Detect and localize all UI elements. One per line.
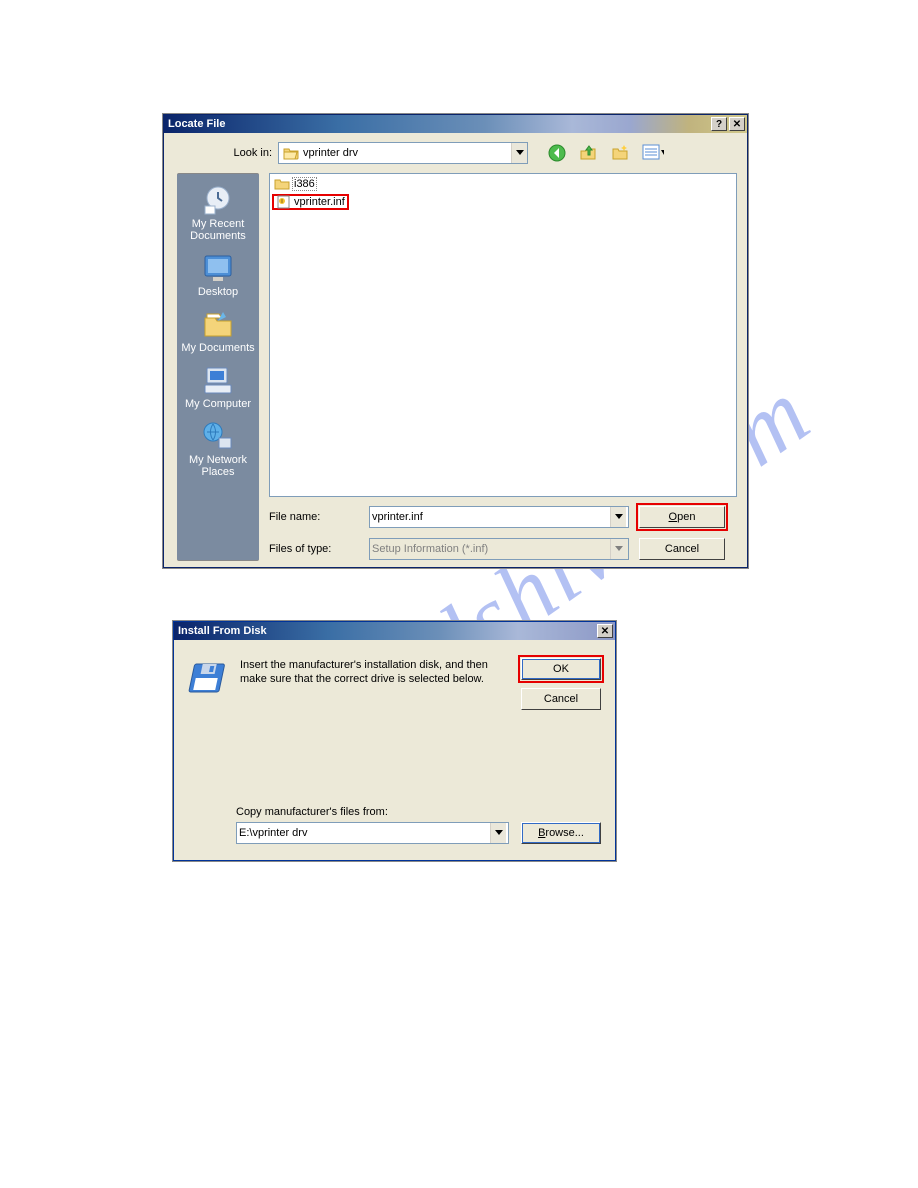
ok-button[interactable]: OK: [521, 658, 601, 680]
file-list[interactable]: i386 vprinter.inf: [269, 173, 737, 497]
file-name: i386: [292, 177, 317, 191]
titlebar[interactable]: Install From Disk ✕: [174, 622, 615, 640]
sidebar-item-recent[interactable]: My Recent Documents: [177, 184, 259, 242]
sidebar-item-mycomputer[interactable]: My Computer: [185, 364, 251, 410]
my-documents-icon: [201, 308, 235, 340]
places-sidebar: My Recent Documents Desktop My Documents…: [177, 173, 259, 561]
sidebar-item-desktop[interactable]: Desktop: [198, 252, 238, 298]
dialog-title: Install From Disk: [176, 625, 267, 637]
cancel-button[interactable]: Cancel: [521, 688, 601, 710]
folder-icon: [274, 177, 290, 191]
close-button[interactable]: ✕: [597, 624, 613, 638]
desktop-icon: [201, 252, 235, 284]
look-in-label: Look in:: [164, 147, 278, 159]
locate-file-dialog: Locate File ? ✕ Look in: vprinter drv: [163, 114, 748, 568]
sidebar-item-label: My Computer: [185, 398, 251, 410]
copy-from-label: Copy manufacturer's files from:: [236, 806, 601, 818]
sidebar-item-label: My Recent Documents: [177, 218, 259, 242]
filetype-dropdown: Setup Information (*.inf): [369, 538, 629, 560]
open-folder-icon: [283, 146, 299, 160]
back-icon[interactable]: [546, 142, 568, 164]
open-button[interactable]: Open: [639, 506, 725, 528]
file-pane: i386 vprinter.inf File name: vprinter.in…: [259, 173, 747, 561]
sidebar-item-label: My Network Places: [177, 454, 259, 478]
network-places-icon: [201, 420, 235, 452]
help-button[interactable]: ?: [711, 117, 727, 131]
close-button[interactable]: ✕: [729, 117, 745, 131]
filename-label: File name:: [269, 511, 359, 523]
copy-from-input[interactable]: E:\vprinter drv: [236, 822, 509, 844]
sidebar-item-label: Desktop: [198, 286, 238, 298]
views-icon[interactable]: [642, 142, 664, 164]
sidebar-item-mydocuments[interactable]: My Documents: [181, 308, 254, 354]
chevron-down-icon[interactable]: [490, 823, 506, 843]
chevron-down-icon[interactable]: [511, 143, 527, 163]
look-in-row: Look in: vprinter drv: [164, 133, 747, 173]
copy-from-value: E:\vprinter drv: [239, 827, 307, 839]
up-folder-icon[interactable]: [578, 142, 600, 164]
file-form: File name: vprinter.inf Open Files of ty…: [269, 497, 737, 561]
list-item[interactable]: i386: [272, 176, 319, 192]
sidebar-item-label: My Documents: [181, 342, 254, 354]
sidebar-item-network[interactable]: My Network Places: [177, 420, 259, 478]
filename-value: vprinter.inf: [372, 511, 423, 523]
file-name: vprinter.inf: [294, 196, 345, 208]
look-in-dropdown[interactable]: vprinter drv: [278, 142, 528, 164]
dialog-message: Insert the manufacturer's installation d…: [234, 658, 521, 710]
toolbar-icons: [546, 142, 664, 164]
filename-input[interactable]: vprinter.inf: [369, 506, 629, 528]
dialog-title: Locate File: [166, 118, 225, 130]
list-item[interactable]: vprinter.inf: [272, 194, 349, 210]
inf-file-icon: [276, 195, 292, 209]
filetype-value: Setup Information (*.inf): [372, 543, 488, 555]
install-from-disk-dialog: Install From Disk ✕ Insert the manufactu…: [173, 621, 616, 861]
cancel-button[interactable]: Cancel: [639, 538, 725, 560]
my-computer-icon: [201, 364, 235, 396]
floppy-disk-icon: [188, 658, 234, 698]
chevron-down-icon: [610, 539, 626, 559]
new-folder-icon[interactable]: [610, 142, 632, 164]
recent-documents-icon: [201, 184, 235, 216]
document-page: manualshive.com Locate File ? ✕ Look in:…: [0, 0, 918, 1188]
chevron-down-icon[interactable]: [610, 507, 626, 527]
look-in-value: vprinter drv: [299, 147, 511, 159]
filetype-label: Files of type:: [269, 543, 359, 555]
browse-button[interactable]: Browse...: [521, 822, 601, 844]
titlebar[interactable]: Locate File ? ✕: [164, 115, 747, 133]
